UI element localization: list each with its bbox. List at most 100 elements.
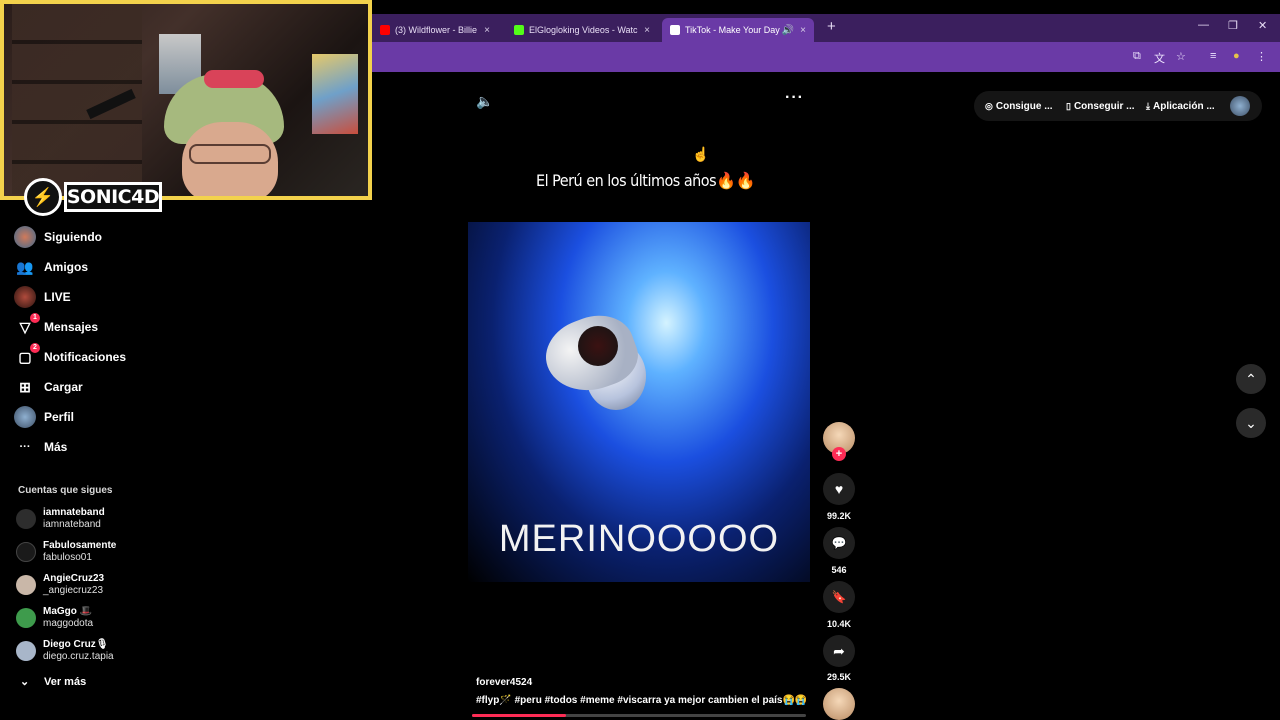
account-name: Diego Cruz🎙: [43, 639, 109, 650]
close-tab-icon[interactable]: ×: [484, 25, 490, 36]
coin-icon: ◎: [985, 101, 993, 111]
chevron-up-icon: ⌃: [1245, 370, 1257, 387]
account-item[interactable]: Diego Cruz🎙 diego.cruz.tapia: [16, 639, 114, 663]
webcam-overlay: [0, 0, 372, 200]
messages-glyph: ▽: [19, 318, 31, 335]
creature-mouth-image: [578, 326, 618, 366]
save-count: 10.4K: [826, 619, 852, 629]
download-icon: ⤓: [1146, 101, 1150, 111]
tab-audio-icon[interactable]: 🔊: [782, 25, 794, 36]
messages-icon: ▽ 1: [14, 313, 40, 338]
sidebar-item-label: Siguiendo: [44, 230, 102, 244]
minimize-button[interactable]: —: [1198, 19, 1209, 31]
account-item[interactable]: AngieCruz23 _angiecruz23: [16, 573, 104, 597]
share-count: 29.5K: [826, 672, 852, 682]
streamer-glasses-image: [189, 144, 271, 164]
maximize-button[interactable]: ❐: [1228, 19, 1238, 32]
chevron-down-icon: ⌄: [1245, 414, 1257, 431]
close-tab-icon[interactable]: ×: [800, 25, 806, 36]
header-link-label: Consigue ...: [995, 101, 1053, 112]
account-name: iamnateband: [43, 507, 105, 518]
sound-avatar[interactable]: [823, 688, 855, 720]
sidebar-item-live[interactable]: LIVE: [14, 286, 71, 308]
comment-count: 546: [831, 565, 847, 575]
live-avatar-icon: [14, 286, 36, 308]
browser-tab-strip: (3) Wildflower - Billie Eilish (M × ElGl…: [372, 14, 1280, 42]
video-overlay-text: MERINOOOOO: [498, 518, 780, 560]
header-link-label: Aplicación ...: [1152, 101, 1215, 112]
account-item[interactable]: MaGgo 🎩 maggodota: [16, 606, 93, 630]
sidebar-item-notificaciones[interactable]: ▢ 2 Notificaciones: [14, 343, 127, 368]
poster-image: [312, 54, 358, 134]
video-player[interactable]: MERINOOOOO: [468, 222, 810, 582]
chevron-down-icon: ⌄: [20, 676, 30, 688]
video-menu-icon[interactable]: ···: [785, 89, 804, 107]
like-button[interactable]: ♥: [823, 473, 855, 505]
extension-icon[interactable]: ●: [1233, 50, 1240, 62]
notifications-glyph: ▢: [18, 348, 32, 365]
close-tab-icon[interactable]: ×: [644, 25, 650, 36]
share-button[interactable]: ➦: [823, 635, 855, 667]
tab-title: TikTok - Make Your Day: [685, 25, 780, 35]
sidebar-item-label: Notificaciones: [44, 350, 127, 364]
next-video-button[interactable]: ⌄: [1236, 408, 1266, 438]
sidebar-item-cargar[interactable]: ⊞ Cargar: [14, 376, 83, 398]
account-handle: maggodota: [43, 618, 94, 629]
close-window-button[interactable]: ✕: [1258, 19, 1267, 32]
tab-tiktok[interactable]: TikTok - Make Your Day 🔊 ×: [662, 18, 814, 42]
bookmark-star-icon[interactable]: ☆: [1176, 50, 1186, 63]
heart-icon: ♥: [834, 481, 844, 497]
account-item[interactable]: iamnateband iamnateband: [16, 507, 105, 531]
sidebar-item-mas[interactable]: ··· Más: [14, 436, 68, 458]
desktop-app-link[interactable]: ⤓ Aplicación ...: [1146, 101, 1215, 112]
sidebar-item-mensajes[interactable]: ▽ 1 Mensajes: [14, 313, 98, 338]
video-author[interactable]: forever4524: [476, 677, 532, 688]
profile-avatar-icon: [14, 406, 36, 428]
sidebar-item-label: Cargar: [44, 380, 83, 394]
messages-badge: 1: [30, 313, 40, 323]
sidebar-item-label: Amigos: [44, 260, 89, 274]
save-button[interactable]: 🔖: [823, 581, 855, 613]
translate-icon[interactable]: 文: [1154, 50, 1165, 66]
sidebar-item-label: Más: [44, 440, 68, 454]
avatar: [16, 641, 36, 661]
see-more-label: Ver más: [44, 675, 87, 688]
streamer-logo-icon: ⚡: [24, 178, 62, 216]
account-handle: fabuloso01: [43, 552, 92, 563]
account-item[interactable]: Fabulosamente fabuloso01: [16, 540, 116, 564]
sidebar-item-perfil[interactable]: Perfil: [14, 406, 74, 428]
see-more-button[interactable]: ⌄ Ver más: [20, 675, 87, 689]
following-section-title: Cuentas que sigues: [18, 485, 113, 496]
like-count: 99.2K: [826, 511, 852, 521]
new-tab-button[interactable]: +: [827, 18, 836, 35]
tab-wildflower[interactable]: (3) Wildflower - Billie Eilish (M ×: [372, 18, 498, 42]
video-progress-bar[interactable]: [472, 714, 806, 717]
profile-avatar[interactable]: [1230, 96, 1250, 116]
browser-toolbar: ⧉ 文 ☆ ≡ ● ⋮: [372, 42, 1280, 72]
notifications-badge: 2: [30, 343, 40, 353]
share-icon: ➦: [833, 642, 845, 659]
mute-icon[interactable]: 🔈: [476, 93, 493, 110]
account-handle: iamnateband: [43, 519, 101, 530]
comment-button[interactable]: 💬: [823, 527, 855, 559]
cast-icon[interactable]: ⧉: [1133, 50, 1141, 63]
youtube-favicon-icon: [380, 25, 390, 35]
video-top-caption: El Perú en los últimos años🔥🔥: [536, 171, 755, 190]
sidebar-item-label: Perfil: [44, 410, 75, 424]
streamer-hat-band-image: [204, 70, 264, 88]
tiktok-favicon-icon: [670, 25, 680, 35]
previous-video-button[interactable]: ⌃: [1236, 364, 1266, 394]
media-control-icon[interactable]: ≡: [1210, 50, 1216, 62]
browser-menu-icon[interactable]: ⋮: [1256, 50, 1267, 63]
account-handle: _angiecruz23: [43, 585, 104, 596]
follow-plus-button[interactable]: +: [832, 447, 846, 461]
tab-elglogloking[interactable]: ElGlogloking Videos - Watch O ×: [506, 18, 658, 42]
kick-favicon-icon: [514, 25, 524, 35]
sidebar-item-siguiendo[interactable]: Siguiendo: [14, 226, 102, 248]
get-coins-link[interactable]: ◎ Consigue ...: [985, 101, 1053, 112]
video-progress-fill: [472, 714, 566, 717]
sidebar-item-amigos[interactable]: 👥 Amigos: [14, 256, 88, 278]
video-description: #flyp🪄 #peru #todos #meme #viscarra ya m…: [476, 695, 808, 706]
phone-icon: ▯: [1066, 101, 1071, 111]
get-app-link[interactable]: ▯ Conseguir ...: [1066, 101, 1135, 112]
